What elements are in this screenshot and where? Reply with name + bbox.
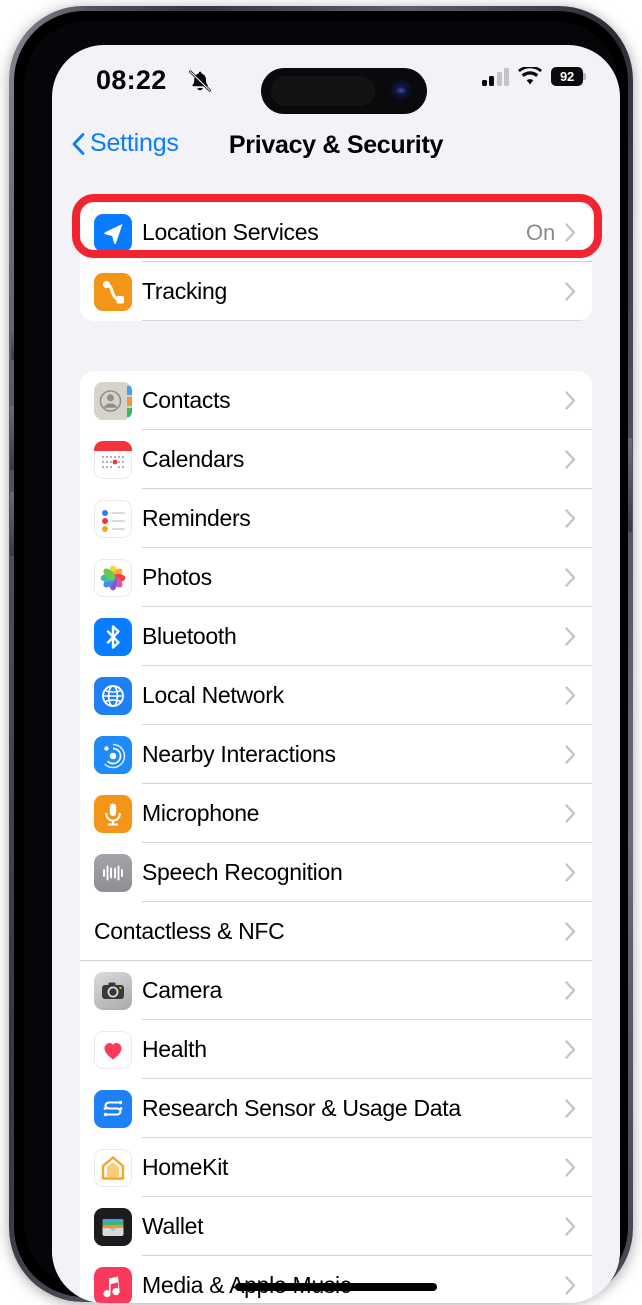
location-arrow-icon (94, 213, 132, 252)
row-label: Health (142, 1036, 207, 1062)
row-label: Camera (142, 977, 223, 1003)
page-title: Privacy & Security (228, 131, 444, 159)
row-health[interactable]: Health (80, 1020, 592, 1079)
row-contactless-nfc[interactable]: Contactless & NFC (80, 902, 592, 961)
navigation-bar: Settings Privacy & Security (52, 119, 620, 175)
row-speech-recognition[interactable]: Speech Recognition (80, 843, 592, 902)
row-label: Wallet (142, 1213, 204, 1239)
tracking-icon (94, 272, 132, 311)
wallet-icon (94, 1207, 132, 1246)
chevron-right-icon (565, 1040, 576, 1059)
row-homekit[interactable]: HomeKit (80, 1138, 592, 1197)
row-calendars[interactable]: Calendars (80, 430, 592, 489)
chevron-right-icon (565, 627, 576, 646)
chevron-right-icon (565, 282, 576, 301)
row-label: Contactless & NFC (94, 918, 285, 944)
row-photos[interactable]: Photos (80, 548, 592, 607)
chevron-right-icon (565, 509, 576, 528)
row-label: Photos (142, 564, 212, 590)
camera-icon (94, 971, 132, 1010)
globe-icon (94, 676, 132, 715)
row-label: Contacts (142, 387, 231, 413)
row-media-apple-music[interactable]: Media & Apple Music (80, 1256, 592, 1303)
microphone-icon (94, 794, 132, 833)
home-indicator[interactable] (235, 1283, 437, 1291)
contacts-icon (94, 381, 132, 420)
wifi-icon (518, 67, 542, 85)
row-tracking[interactable]: Tracking (80, 262, 592, 321)
dynamic-island (261, 68, 427, 114)
chevron-right-icon (565, 1099, 576, 1118)
chevron-right-icon (565, 1276, 576, 1295)
row-label: Location Services (142, 219, 319, 245)
phone-inner-ring: 08:22 92 Settings Privacy & Security Loc… (24, 21, 620, 1303)
calendar-icon (94, 440, 132, 479)
chevron-right-icon (565, 981, 576, 1000)
row-wallet[interactable]: Wallet (80, 1197, 592, 1256)
row-label: Nearby Interactions (142, 741, 336, 767)
status-bar: 08:22 92 (52, 45, 620, 117)
chevron-right-icon (565, 1158, 576, 1177)
waveform-icon (94, 853, 132, 892)
settings-group-app-permissions: Contacts Calendars Reminders Photos Blue… (80, 371, 592, 1303)
row-label: Bluetooth (142, 623, 237, 649)
row-nearby-interactions[interactable]: Nearby Interactions (80, 725, 592, 784)
battery-icon: 92 (551, 67, 586, 86)
phone-bezel: 08:22 92 Settings Privacy & Security Loc… (14, 11, 628, 1303)
front-camera (389, 79, 413, 103)
island-speaker-slot (271, 76, 375, 106)
row-label: Tracking (142, 278, 227, 304)
music-note-icon (94, 1266, 132, 1303)
chevron-right-icon (565, 1217, 576, 1236)
row-microphone[interactable]: Microphone (80, 784, 592, 843)
battery-percent-label: 92 (559, 69, 575, 84)
phone-frame: 08:22 92 Settings Privacy & Security Loc… (9, 6, 633, 1303)
row-value: On (526, 219, 555, 245)
chevron-right-icon (565, 223, 576, 242)
settings-list[interactable]: Location Services On Tracking Contacts C… (52, 175, 620, 1303)
row-contacts[interactable]: Contacts (80, 371, 592, 430)
row-label: Research Sensor & Usage Data (142, 1095, 461, 1121)
row-label: Reminders (142, 505, 251, 531)
research-sensor-icon (94, 1089, 132, 1128)
row-label: Calendars (142, 446, 245, 472)
chevron-right-icon (565, 568, 576, 587)
heart-icon (94, 1030, 132, 1069)
settings-group-primary: Location Services On Tracking (72, 194, 602, 321)
bell-slash-icon (188, 70, 212, 92)
chevron-right-icon (565, 450, 576, 469)
row-reminders[interactable]: Reminders (80, 489, 592, 548)
chevron-right-icon (565, 863, 576, 882)
row-bluetooth[interactable]: Bluetooth (80, 607, 592, 666)
row-research-sensor[interactable]: Research Sensor & Usage Data (80, 1079, 592, 1138)
cellular-signal-icon (481, 67, 509, 86)
row-label: Microphone (142, 800, 260, 826)
row-label: Speech Recognition (142, 859, 343, 885)
status-indicators: 92 (481, 67, 586, 86)
chevron-right-icon (565, 804, 576, 823)
photos-icon (94, 558, 132, 597)
row-label: Local Network (142, 682, 284, 708)
bluetooth-icon (94, 617, 132, 656)
chevron-right-icon (565, 745, 576, 764)
nearby-interactions-icon (94, 735, 132, 774)
row-local-network[interactable]: Local Network (80, 666, 592, 725)
row-camera[interactable]: Camera (80, 961, 592, 1020)
house-icon (94, 1148, 132, 1187)
phone-screen: 08:22 92 Settings Privacy & Security Loc… (52, 45, 620, 1303)
row-label: HomeKit (142, 1154, 229, 1180)
chevron-right-icon (565, 391, 576, 410)
reminders-icon (94, 499, 132, 538)
chevron-right-icon (565, 686, 576, 705)
chevron-right-icon (565, 922, 576, 941)
status-time: 08:22 (96, 65, 167, 95)
row-location-services[interactable]: Location Services On (80, 203, 592, 262)
